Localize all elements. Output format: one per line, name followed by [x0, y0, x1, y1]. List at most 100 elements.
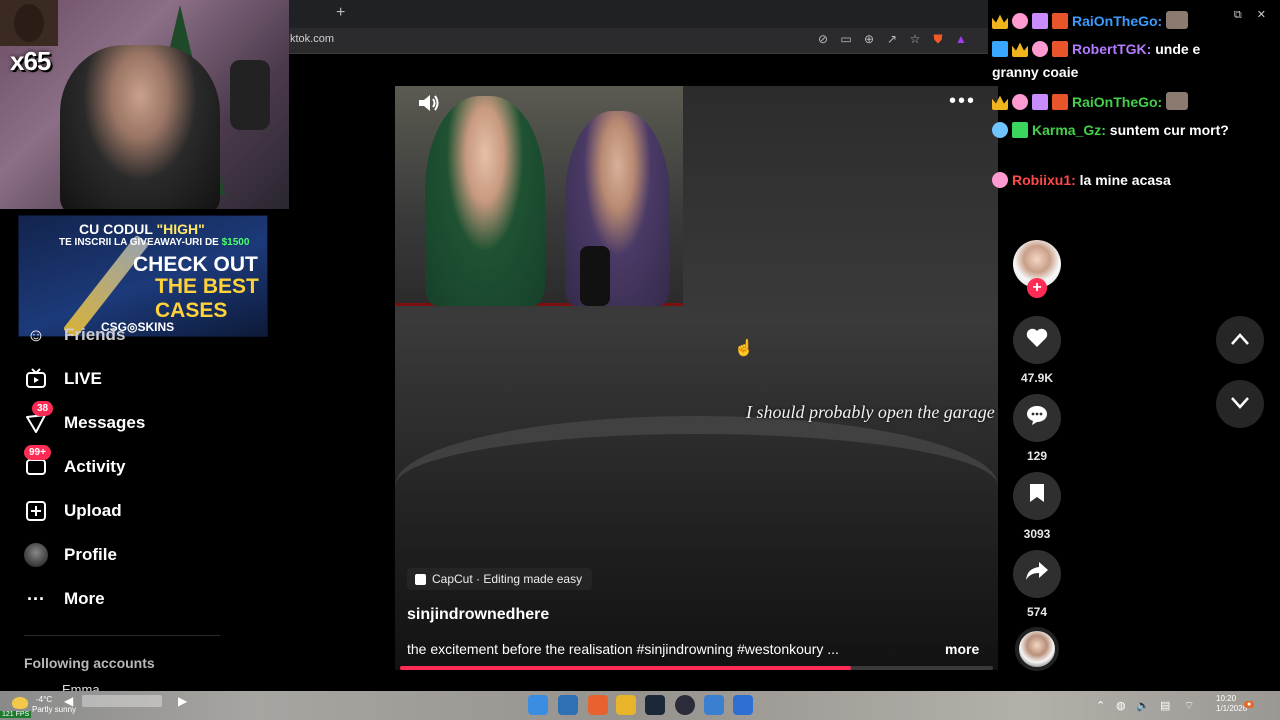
video-progress-bar[interactable]	[400, 666, 993, 670]
next-video-button[interactable]	[1216, 380, 1264, 428]
ad-cta-line1: CHECK OUT	[133, 253, 258, 276]
zoom-icon[interactable]: ⊕	[862, 32, 876, 48]
ad-amount: $1500	[221, 237, 250, 248]
play-icon[interactable]: ▶	[178, 694, 187, 708]
brave-rewards-icon[interactable]: ▲	[954, 32, 968, 48]
chat-username[interactable]: RaiOnTheGo:	[1072, 94, 1162, 110]
media-widget[interactable]	[82, 695, 162, 707]
chat-username[interactable]: Karma_Gz:	[1032, 122, 1106, 138]
chat-message: RaiOnTheGo:	[992, 91, 1246, 114]
url-text[interactable]: ktok.com	[290, 33, 334, 45]
streamer	[60, 45, 220, 209]
caption-more-link[interactable]: more	[945, 641, 979, 657]
file-explorer-icon[interactable]	[616, 695, 636, 715]
car-interior	[395, 416, 998, 556]
previous-track-icon[interactable]: ◀	[64, 694, 73, 708]
chat-username[interactable]: RobertTGK:	[1072, 41, 1151, 57]
sidebar-item-friends[interactable]: ☺ Friends	[24, 325, 126, 345]
crown-badge-icon	[1012, 42, 1028, 57]
app-icon[interactable]	[733, 695, 753, 715]
cast-icon[interactable]: ▭	[839, 32, 853, 48]
sidebar-item-label: Profile	[64, 545, 117, 564]
chat-message: Robiixu1: la mine acasa	[992, 169, 1246, 192]
brave-browser-icon[interactable]	[588, 695, 608, 715]
chevron-down-icon	[1230, 394, 1250, 415]
chat-message: RaiOnTheGo:	[992, 10, 1246, 33]
share-count: 574	[1026, 605, 1048, 619]
chat-bubble-icon[interactable]: ▤	[1160, 699, 1170, 712]
address-bar[interactable]: ktok.com ⊘ ▭ ⊕ ↗ ☆ ⛊ ▲	[288, 28, 988, 54]
obs-icon[interactable]	[675, 695, 695, 715]
notification-icon[interactable]: ●	[1244, 701, 1255, 708]
share-icon[interactable]: ↗	[885, 32, 899, 48]
clock-time: 10:20	[1216, 694, 1237, 703]
sidebar-item-label: Activity	[64, 457, 126, 476]
share-button[interactable]	[1013, 550, 1061, 598]
emote-icon	[1166, 11, 1189, 29]
chevron-up-icon	[1230, 330, 1250, 351]
ad-giveaway-text: TE INSCRII LA GIVEAWAY-URI DE $1500	[59, 237, 249, 248]
system-clock[interactable]: 10:20 1/1/2026	[1216, 694, 1247, 714]
sidebar-item-profile[interactable]: Profile	[24, 541, 117, 569]
more-options-icon[interactable]: •••	[949, 90, 976, 113]
comment-button[interactable]	[1013, 394, 1061, 442]
effect-label[interactable]: CapCut · Editing made easy	[407, 568, 593, 590]
chat-username[interactable]: Robiixu1:	[1012, 172, 1076, 188]
box-badge-icon	[1032, 94, 1048, 110]
music-disc-avatar[interactable]	[1015, 627, 1059, 671]
browser-toolbar-icons: ⊘ ▭ ⊕ ↗ ☆ ⛊ ▲	[816, 32, 968, 48]
emote-icon	[1166, 92, 1189, 110]
r7-badge-icon	[1052, 94, 1068, 110]
tray-overflow-icon[interactable]: ⌃	[1096, 699, 1105, 712]
start-menu-icon[interactable]	[528, 695, 548, 715]
profile-avatar-icon	[24, 543, 48, 567]
gift-badge-icon	[1012, 122, 1028, 138]
new-tab-button[interactable]: +	[336, 4, 345, 22]
chat-message: RobertTGK: unde e granny coaie	[992, 38, 1246, 84]
wifi-icon[interactable]: ⌔	[1184, 699, 1194, 713]
sidebar-item-activity[interactable]: 99+ Activity	[24, 445, 126, 481]
ad-cta-line2: THE BEST CASES	[155, 275, 259, 322]
speaker-icon[interactable]: 🔈	[1136, 699, 1150, 712]
task-view-icon[interactable]	[558, 695, 578, 715]
weather-icon[interactable]	[12, 697, 28, 709]
brave-shield-icon[interactable]: ⛊	[931, 32, 945, 48]
no-tracking-icon[interactable]: ⊘	[816, 32, 830, 48]
weather-temperature[interactable]: -4°C	[36, 695, 52, 704]
messages-icon: 38	[24, 401, 54, 435]
live-tv-icon	[24, 367, 48, 391]
friends-icon: ☺	[26, 325, 46, 345]
sidebar-item-label: LIVE	[64, 369, 102, 388]
chat-username[interactable]: RaiOnTheGo:	[1072, 13, 1162, 29]
following-accounts-title: Following accounts	[24, 655, 155, 671]
sidebar-item-messages[interactable]: 38 Messages	[24, 401, 145, 437]
upload-icon	[24, 499, 48, 523]
sidebar-item-upload[interactable]: Upload	[24, 497, 122, 525]
save-button[interactable]	[1013, 472, 1061, 520]
video-author[interactable]: sinjindrownedhere	[407, 606, 549, 624]
activity-badge: 99+	[24, 445, 51, 460]
steam-icon[interactable]	[645, 695, 665, 715]
close-window-icon[interactable]: ✕	[1257, 9, 1266, 21]
notepad-icon[interactable]	[704, 695, 724, 715]
fps-counter: 121 FPS	[0, 711, 32, 718]
ad-line2-prefix: TE INSCRII LA GIVEAWAY-URI DE	[59, 237, 222, 248]
like-button[interactable]	[1013, 316, 1061, 364]
skull-badge-icon	[992, 172, 1008, 188]
follow-plus-icon[interactable]: +	[1027, 278, 1047, 298]
like-count: 47.9K	[1020, 371, 1054, 385]
video-player[interactable]: I should probably open the garage do •••…	[395, 86, 998, 670]
small-face-cam	[0, 0, 58, 46]
sidebar-item-live[interactable]: LIVE	[24, 365, 102, 393]
r7-badge-icon	[1052, 13, 1068, 29]
network-icon[interactable]: ◍	[1116, 699, 1126, 712]
bookmark-icon[interactable]: ☆	[908, 32, 922, 48]
sidebar-item-label: Upload	[64, 501, 122, 520]
volume-icon[interactable]	[417, 92, 441, 120]
sidebar-item-more[interactable]: ··· More	[24, 585, 105, 613]
previous-video-button[interactable]	[1216, 316, 1264, 364]
chat-text: la mine acasa	[1075, 172, 1171, 188]
r7-badge-icon	[1052, 41, 1068, 57]
browser-tab-bar: +	[288, 0, 988, 28]
bookmark-icon	[1028, 483, 1046, 509]
